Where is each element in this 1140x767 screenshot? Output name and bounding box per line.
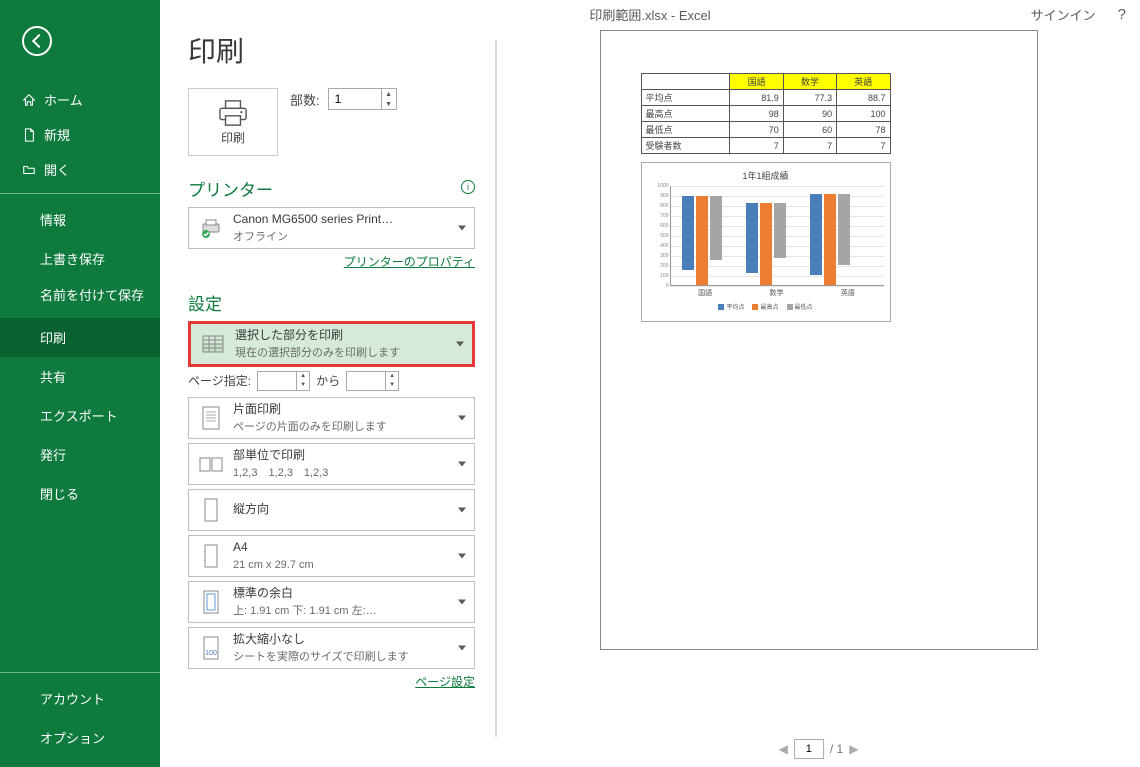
sidebar-close[interactable]: 閉じる xyxy=(0,474,160,513)
sidebar-options[interactable]: オプション xyxy=(0,718,160,757)
page-from-spinner[interactable]: ▲▼ xyxy=(257,371,310,391)
sidebar-share[interactable]: 共有 xyxy=(0,357,160,396)
scaling-dropdown[interactable]: 100 拡大縮小なし シートを実際のサイズで印刷します xyxy=(188,627,475,669)
copies-label: 部数: xyxy=(290,90,320,109)
preview-data-table: 国語 数学 英語 平均点81.977.388.7 最高点9890100 最低点7… xyxy=(641,73,891,154)
pager-current[interactable] xyxy=(794,739,824,759)
sidebar-home[interactable]: ホーム xyxy=(0,82,160,117)
page-range-row: ページ指定: ▲▼ から ▲▼ xyxy=(188,371,475,391)
page-heading: 印刷 xyxy=(188,30,475,70)
back-button[interactable] xyxy=(22,26,52,56)
paper-dropdown[interactable]: A4 21 cm x 29.7 cm xyxy=(188,535,475,577)
print-scope-dropdown[interactable]: 選択した部分を印刷 現在の選択部分のみを印刷します xyxy=(188,321,475,367)
sidebar-new[interactable]: 新規 xyxy=(0,117,160,152)
page-range-label: ページ指定: xyxy=(188,372,251,389)
printer-info-icon[interactable]: i xyxy=(461,180,475,194)
preview-page: 国語 数学 英語 平均点81.977.388.7 最高点9890100 最低点7… xyxy=(600,30,1038,650)
print-button[interactable]: 印刷 xyxy=(188,88,278,156)
preview-pane: 国語 数学 英語 平均点81.977.388.7 最高点9890100 最低点7… xyxy=(497,0,1140,767)
home-icon xyxy=(22,93,36,107)
copies-down[interactable]: ▼ xyxy=(382,99,396,109)
orientation-dropdown[interactable]: 縦方向 xyxy=(188,489,475,531)
page-single-icon xyxy=(197,404,225,432)
printer-device-icon xyxy=(197,214,225,242)
sidebar-account[interactable]: アカウント xyxy=(0,679,160,718)
pager-prev[interactable]: ◀ xyxy=(779,742,788,756)
margins-dropdown[interactable]: 標準の余白 上: 1.91 cm 下: 1.91 cm 左:… xyxy=(188,581,475,623)
print-settings-panel: 印刷 印刷 部数: ▲ ▼ xyxy=(160,0,495,767)
printer-icon xyxy=(216,99,250,127)
new-doc-icon xyxy=(22,128,36,142)
collate-icon xyxy=(197,450,225,478)
sides-dropdown[interactable]: 片面印刷 ページの片面のみを印刷します xyxy=(188,397,475,439)
margins-icon xyxy=(197,588,225,616)
sidebar-print[interactable]: 印刷 xyxy=(0,318,160,357)
printer-properties-link[interactable]: プリンターのプロパティ xyxy=(344,255,475,269)
settings-section-heading: 設定 xyxy=(188,290,475,315)
folder-open-icon xyxy=(22,163,36,177)
sidebar-export[interactable]: エクスポート xyxy=(0,396,160,435)
preview-chart: 1年1組成績 01002003004005006007008009001000 … xyxy=(641,162,891,322)
page-from-input[interactable] xyxy=(258,372,296,390)
sidebar-open[interactable]: 開く xyxy=(0,152,160,187)
selection-icon xyxy=(199,330,227,358)
page-to-input[interactable] xyxy=(347,372,385,390)
sidebar-save[interactable]: 上書き保存 xyxy=(0,239,160,278)
pager-next[interactable]: ▶ xyxy=(849,742,858,756)
page-to-spinner[interactable]: ▲▼ xyxy=(346,371,399,391)
sidebar-info[interactable]: 情報 xyxy=(0,200,160,239)
pager: ◀ / 1 ▶ xyxy=(779,739,859,759)
svg-text:100: 100 xyxy=(205,650,217,657)
sidebar-publish[interactable]: 発行 xyxy=(0,435,160,474)
sidebar-saveas[interactable]: 名前を付けて保存 xyxy=(0,278,160,314)
portrait-icon xyxy=(197,496,225,524)
page-setup-link[interactable]: ページ設定 xyxy=(415,675,475,689)
scale-icon: 100 xyxy=(197,634,225,662)
copies-input[interactable] xyxy=(329,89,381,109)
paper-icon xyxy=(197,542,225,570)
collate-dropdown[interactable]: 部単位で印刷 1,2,3 1,2,3 1,2,3 xyxy=(188,443,475,485)
sidebar-bottom: アカウント オプション xyxy=(0,666,160,757)
copies-up[interactable]: ▲ xyxy=(382,89,396,99)
backstage-sidebar: ホーム 新規 開く 情報 上書き保存 名前を付けて保存 印刷 共有 エクスポート… xyxy=(0,0,160,767)
printer-section-heading: プリンター i xyxy=(188,176,475,201)
copies-spinner[interactable]: ▲ ▼ xyxy=(328,88,397,110)
printer-dropdown[interactable]: Canon MG6500 series Print… オフライン xyxy=(188,207,475,249)
